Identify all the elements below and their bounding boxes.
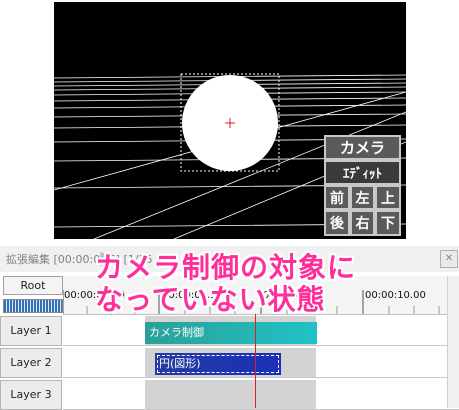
left-view-button[interactable]: 左 — [350, 185, 375, 210]
vertical-scrollbar[interactable] — [447, 276, 459, 408]
camera-mode-button[interactable]: カメラ — [324, 135, 401, 160]
circle-figure-object[interactable]: 円(図形) — [155, 353, 281, 375]
right-view-button[interactable]: 右 — [350, 210, 375, 236]
layer-3-header[interactable]: Layer 3 — [0, 380, 62, 410]
zoom-slider[interactable] — [3, 299, 63, 313]
bottom-view-button[interactable]: 下 — [375, 210, 401, 236]
ruler-label-3: 00:00:10.00 — [365, 290, 426, 301]
camera-control-panel: カメラ ｴﾃﾞｨｯﾄ 前 左 上 後 右 下 — [324, 135, 401, 236]
top-view-button[interactable]: 上 — [375, 185, 401, 210]
layer-2-header[interactable]: Layer 2 — [0, 348, 62, 378]
root-button[interactable]: Root — [3, 276, 63, 295]
annotation-line-1: カメラ制御の対象に — [95, 251, 357, 284]
layer-3-track[interactable] — [63, 380, 459, 410]
camera-control-object[interactable]: カメラ制御 — [145, 322, 317, 344]
edit-mode-button[interactable]: ｴﾃﾞｨｯﾄ — [324, 160, 401, 185]
annotation-line-2: なっていない状態 — [95, 283, 326, 316]
playhead-cursor[interactable] — [255, 314, 256, 408]
close-icon[interactable]: ✕ — [440, 250, 458, 268]
front-view-button[interactable]: 前 — [324, 185, 350, 210]
back-view-button[interactable]: 後 — [324, 210, 350, 236]
layer-1-header[interactable]: Layer 1 — [0, 316, 62, 346]
